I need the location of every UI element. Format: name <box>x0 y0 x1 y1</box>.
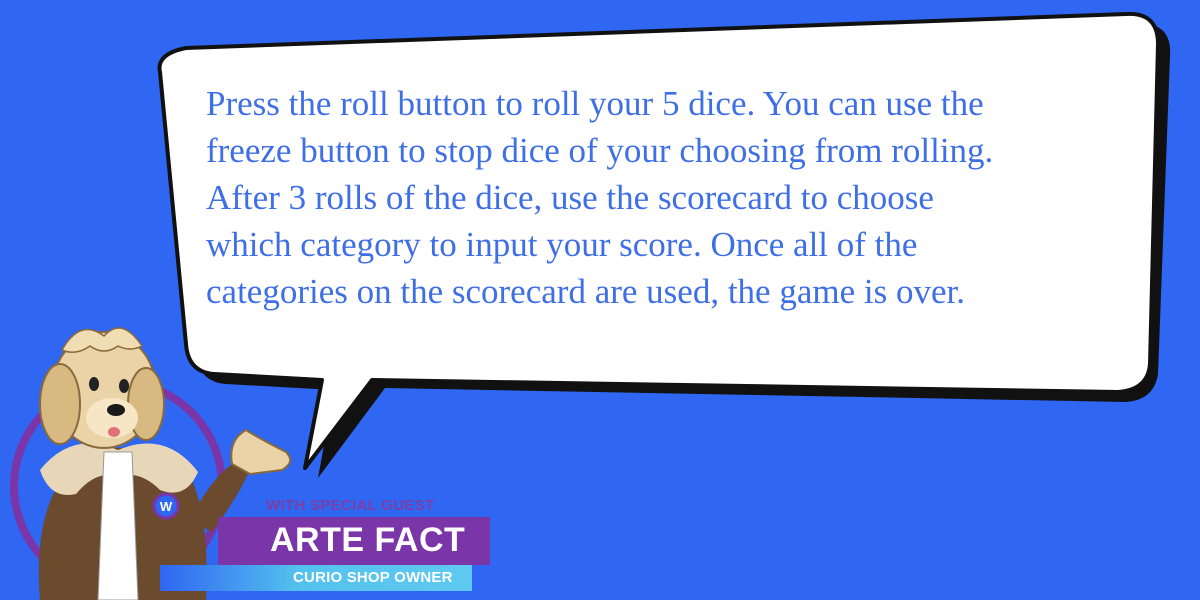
guest-name: ARTE FACT <box>270 521 466 559</box>
instruction-line-4: which category to input your score. Once… <box>206 225 918 264</box>
instruction-line-5: categories on the scorecard are used, th… <box>206 272 965 311</box>
instruction-line-2: freeze button to stop dice of your choos… <box>206 131 994 170</box>
guest-role: CURIO SHOP OWNER <box>293 569 453 586</box>
instructions-text: Press the roll button to roll your 5 dic… <box>206 80 1166 315</box>
instruction-line-1: Press the roll button to roll your 5 dic… <box>206 84 984 123</box>
instruction-line-3: After 3 rolls of the dice, use the score… <box>206 178 934 217</box>
special-guest-label: WITH SPECIAL GUEST <box>266 497 435 514</box>
badge-letter: W <box>160 499 173 514</box>
